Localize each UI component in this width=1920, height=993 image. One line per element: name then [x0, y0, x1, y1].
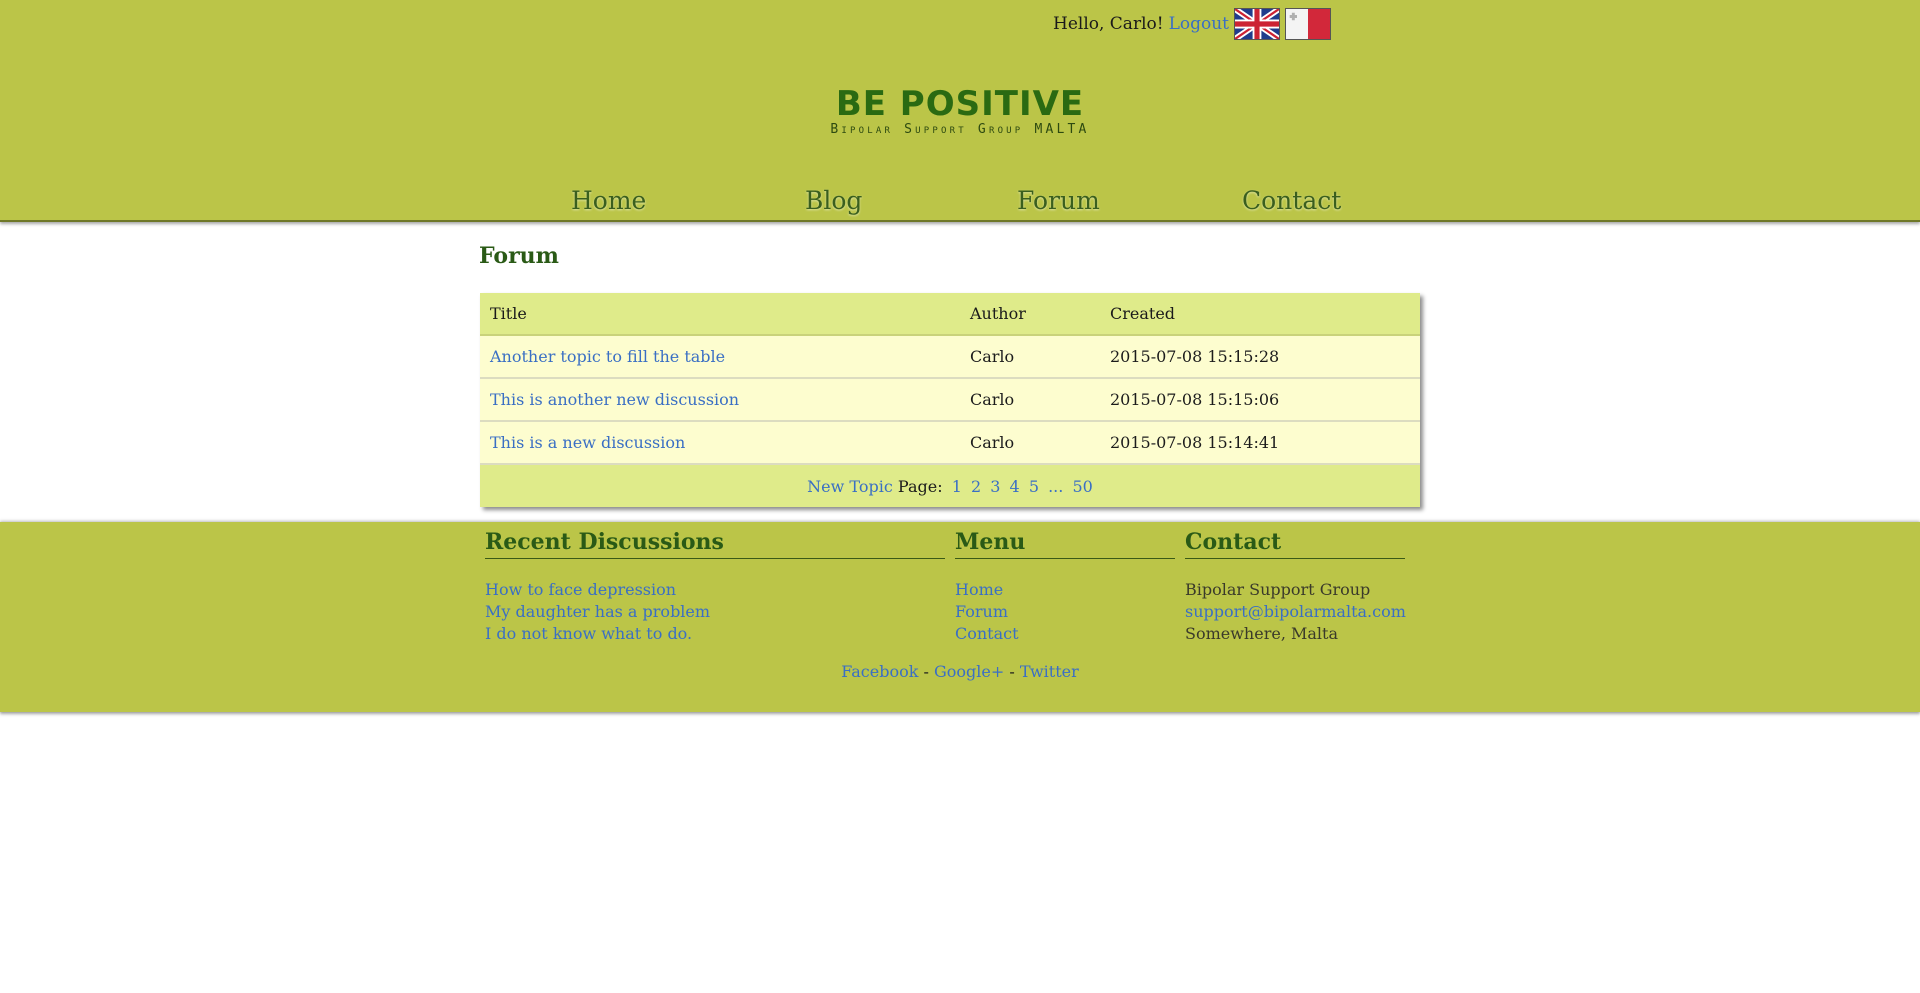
contact-location: Somewhere, Malta — [1185, 624, 1338, 643]
column-header-created: Created — [1100, 293, 1420, 336]
page-link-5[interactable]: 5 — [1029, 477, 1039, 496]
page-title: Forum — [479, 243, 559, 269]
forum-table: Title Author Created Another topic to fi… — [480, 293, 1420, 507]
facebook-link[interactable]: Facebook — [841, 662, 918, 681]
author-cell: Carlo — [960, 335, 1100, 379]
page-link-50[interactable]: 50 — [1072, 477, 1092, 496]
page-link-2[interactable]: 2 — [971, 477, 981, 496]
page-link-1[interactable]: 1 — [952, 477, 962, 496]
topic-link[interactable]: This is a new discussion — [490, 433, 685, 452]
user-bar: Hello, Carlo! Logout — [1053, 6, 1331, 42]
topic-cell: This is a new discussion — [480, 421, 960, 465]
separator: - — [923, 662, 929, 681]
footer-menu-forum-link[interactable]: Forum — [955, 602, 1008, 621]
logout-link[interactable]: Logout — [1169, 14, 1229, 34]
logo-subtitle: Bipolar Support Group MALTA — [830, 122, 1090, 137]
logo-title: BE POSITIVE — [835, 84, 1085, 124]
contact-name: Bipolar Support Group — [1185, 580, 1371, 599]
recent-discussions-heading: Recent Discussions — [485, 528, 945, 559]
social-links: Facebook - Google+ - Twitter — [0, 662, 1920, 681]
main-nav: Home Blog Forum Contact — [0, 186, 1920, 220]
created-cell: 2015-07-08 15:15:28 — [1100, 335, 1420, 379]
topic-link[interactable]: Another topic to fill the table — [490, 347, 725, 366]
uk-flag-icon[interactable] — [1234, 8, 1280, 40]
author-cell: Carlo — [960, 421, 1100, 465]
malta-flag-icon[interactable] — [1285, 8, 1331, 40]
google-plus-link[interactable]: Google+ — [934, 662, 1004, 681]
table-footer-row: New Topic Page: 1 2 3 4 5 ... 50 — [480, 464, 1420, 507]
page-ellipsis: ... — [1048, 476, 1064, 496]
nav-item-home[interactable]: Home — [571, 186, 646, 215]
created-cell: 2015-07-08 15:14:41 — [1100, 421, 1420, 465]
footer-menu-section: Menu Home Forum Contact — [955, 528, 1175, 645]
greeting-text: Hello, Carlo! — [1053, 14, 1164, 34]
recent-discussion-link[interactable]: I do not know what to do. — [485, 624, 692, 643]
table-row: This is another new discussion Carlo 201… — [480, 378, 1420, 422]
footer-contact-heading: Contact — [1185, 528, 1405, 559]
nav-item-contact[interactable]: Contact — [1242, 186, 1341, 215]
table-row: Another topic to fill the table Carlo 20… — [480, 335, 1420, 379]
topic-cell: This is another new discussion — [480, 378, 960, 422]
pagination: New Topic Page: 1 2 3 4 5 ... 50 — [480, 464, 1420, 507]
separator: - — [1009, 662, 1015, 681]
contact-email-link[interactable]: support@bipolarmalta.com — [1185, 602, 1406, 621]
twitter-link[interactable]: Twitter — [1020, 662, 1079, 681]
page-label: Page: — [897, 476, 943, 496]
new-topic-link[interactable]: New Topic — [807, 477, 893, 496]
column-header-author: Author — [960, 293, 1100, 336]
recent-discussions-section: Recent Discussions How to face depressio… — [485, 528, 945, 645]
footer-contact-section: Contact Bipolar Support Group support@bi… — [1185, 528, 1406, 645]
created-cell: 2015-07-08 15:15:06 — [1100, 378, 1420, 422]
page-link-3[interactable]: 3 — [990, 477, 1000, 496]
author-cell: Carlo — [960, 378, 1100, 422]
footer-menu-contact-link[interactable]: Contact — [955, 624, 1019, 643]
topic-link[interactable]: This is another new discussion — [490, 390, 739, 409]
site-logo[interactable]: BE POSITIVE Bipolar Support Group MALTA — [820, 86, 1100, 138]
page-link-4[interactable]: 4 — [1010, 477, 1020, 496]
site-header: Hello, Carlo! Logout BE POSITIVE Bipolar… — [0, 0, 1920, 222]
recent-discussion-link[interactable]: How to face depression — [485, 580, 676, 599]
nav-item-blog[interactable]: Blog — [805, 186, 862, 215]
recent-discussion-link[interactable]: My daughter has a problem — [485, 602, 710, 621]
footer-menu-home-link[interactable]: Home — [955, 580, 1003, 599]
table-header-row: Title Author Created — [480, 293, 1420, 336]
topic-cell: Another topic to fill the table — [480, 335, 960, 379]
nav-item-forum[interactable]: Forum — [1017, 186, 1100, 215]
footer-menu-heading: Menu — [955, 528, 1175, 559]
column-header-title: Title — [480, 293, 960, 336]
site-footer: Recent Discussions How to face depressio… — [0, 522, 1920, 712]
table-row: This is a new discussion Carlo 2015-07-0… — [480, 421, 1420, 465]
